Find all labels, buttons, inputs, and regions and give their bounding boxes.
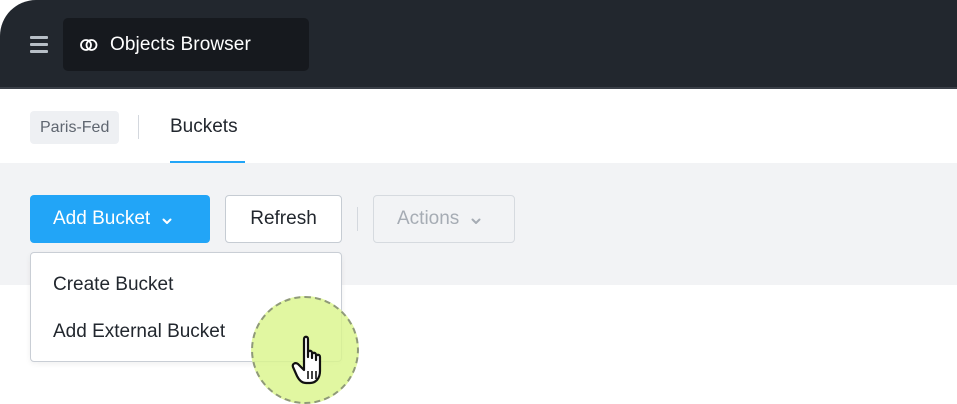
tab-buckets[interactable]: Buckets <box>170 91 238 163</box>
breadcrumb-bar: Paris-Fed Buckets <box>0 91 957 164</box>
refresh-button[interactable]: Refresh <box>225 195 342 243</box>
hamburger-menu-icon[interactable] <box>30 36 48 54</box>
breadcrumb-cluster[interactable]: Paris-Fed <box>30 111 120 144</box>
chevron-down-icon <box>469 212 483 226</box>
add-bucket-label: Add Bucket <box>53 208 151 229</box>
objects-browser-icon <box>79 37 99 53</box>
chevron-down-icon <box>160 212 174 226</box>
top-bar: Objects Browser <box>0 0 957 89</box>
breadcrumb-divider <box>138 115 139 139</box>
app-switcher-button[interactable]: Objects Browser <box>63 18 309 71</box>
hand-pointer-icon <box>291 333 335 387</box>
app-title: Objects Browser <box>110 33 251 55</box>
actions-label: Actions <box>397 208 460 229</box>
actions-button: Actions <box>373 195 515 243</box>
add-bucket-button[interactable]: Add Bucket <box>30 195 210 243</box>
toolbar-divider <box>357 207 358 231</box>
app-window: Objects Browser Paris-Fed Buckets Add Bu… <box>0 0 957 404</box>
